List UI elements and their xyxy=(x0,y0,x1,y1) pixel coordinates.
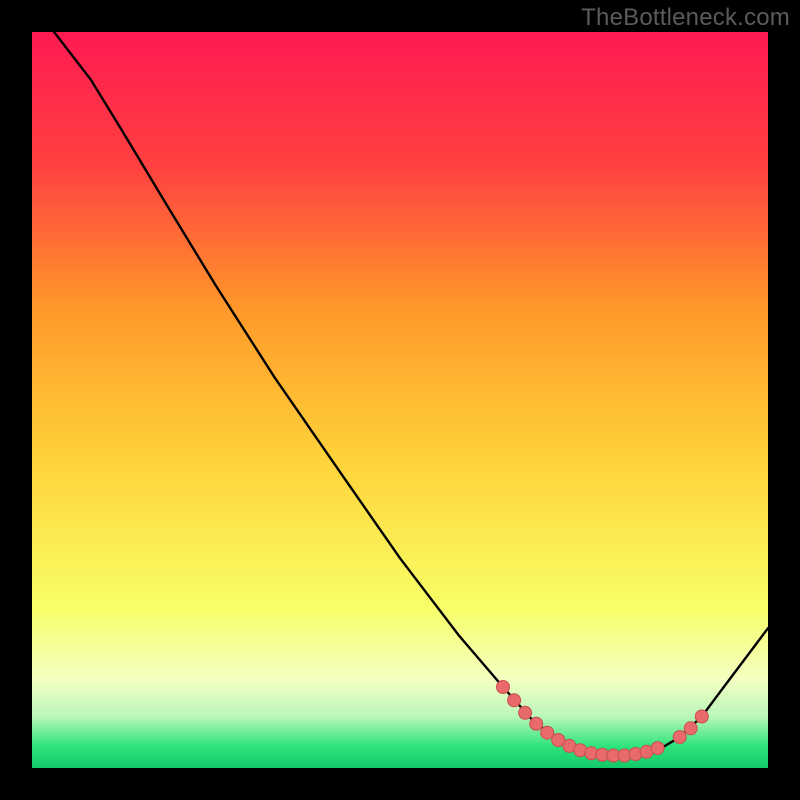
curve-dot xyxy=(541,726,554,739)
curve-dot xyxy=(673,731,686,744)
gradient-curve-chart xyxy=(32,32,768,768)
gradient-background xyxy=(32,32,768,768)
curve-dot xyxy=(508,694,521,707)
curve-dot xyxy=(695,710,708,723)
chart-frame: TheBottleneck.com xyxy=(0,0,800,800)
curve-dot xyxy=(651,742,664,755)
watermark-text: TheBottleneck.com xyxy=(581,4,790,32)
curve-dot xyxy=(519,706,532,719)
curve-dot xyxy=(684,722,697,735)
curve-dot xyxy=(530,717,543,730)
curve-dot xyxy=(497,681,510,694)
plot-area xyxy=(32,32,768,768)
